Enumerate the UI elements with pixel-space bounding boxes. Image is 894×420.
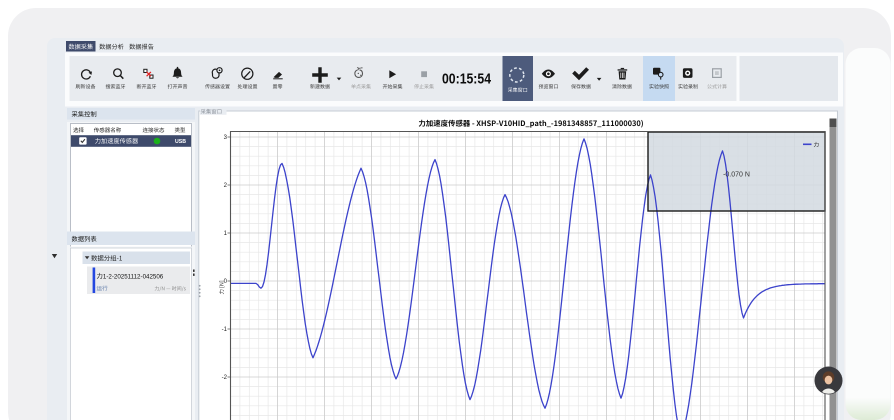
svg-text:USB: USB <box>175 139 186 145</box>
svg-text:-0.070 N: -0.070 N <box>723 172 750 179</box>
svg-text:-2: -2 <box>222 375 228 381</box>
svg-text:00:15:54: 00:15:54 <box>442 72 491 88</box>
svg-text:1-2-20251112-042506: 1-2-20251112-042506 <box>103 273 164 280</box>
svg-text:-1: -1 <box>222 327 228 333</box>
